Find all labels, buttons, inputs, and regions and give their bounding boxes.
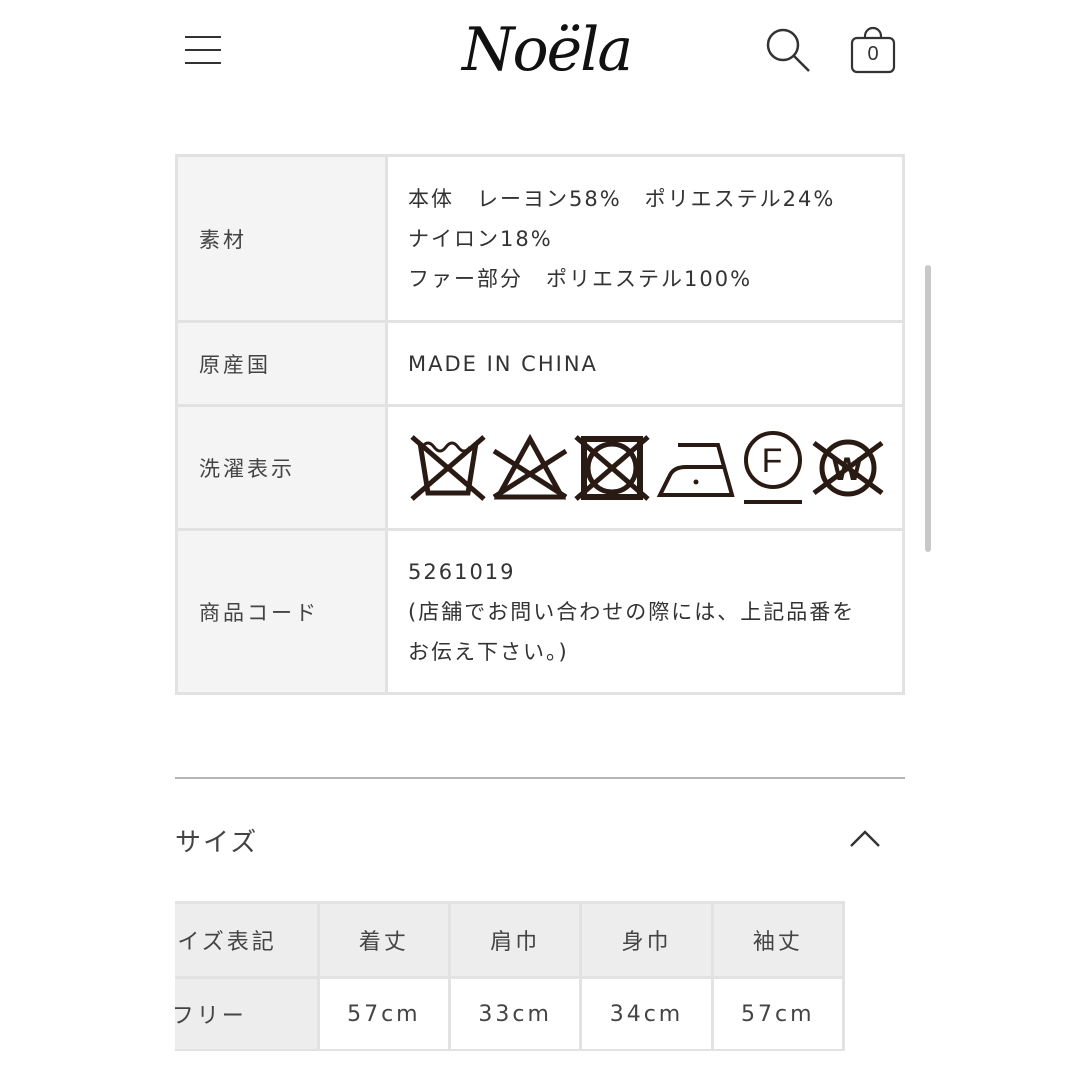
cart-count-badge: 0 <box>867 43 879 65</box>
size-accordion-toggle[interactable]: サイズ <box>175 812 905 868</box>
size-section-title: サイズ <box>175 828 259 858</box>
size-header-cell: 着丈 <box>316 901 452 979</box>
shopping-bag-button[interactable]: 0 <box>848 26 898 76</box>
brand-logo[interactable]: Noëla <box>462 10 633 90</box>
iron-low-temperature-icon <box>656 442 735 497</box>
chevron-up-icon[interactable] <box>848 826 882 850</box>
size-header-cell: 袖丈 <box>710 901 846 979</box>
product-spec-table: 素材 本体 レーヨン58% ポリエステル24% ナイロン18% ファー部分 ポリ… <box>175 154 905 695</box>
scrollbar-thumb[interactable] <box>925 265 931 552</box>
product-code-note: お伝え下さい。) <box>408 639 569 664</box>
spec-value-care: F W <box>385 404 905 531</box>
spec-value-product-code: 5261019 (店舗でお問い合わせの際には、上記品番を お伝え下さい。) <box>385 528 905 695</box>
size-header-cell: 身巾 <box>579 901 714 979</box>
material-line: ファー部分 ポリエステル100% <box>408 266 753 291</box>
size-value-cell: 57cm <box>316 976 452 1051</box>
size-header-cell: 肩巾 <box>448 901 583 979</box>
product-code: 5261019 <box>408 559 516 584</box>
do-not-tumble-dry-icon <box>574 434 650 501</box>
spec-label: 商品コード <box>175 528 388 695</box>
section-divider <box>175 777 905 779</box>
product-code-note: (店舗でお問い合わせの際には、上記品番を <box>408 599 856 624</box>
spec-row-material: 素材 本体 レーヨン58% ポリエステル24% ナイロン18% ファー部分 ポリ… <box>175 154 905 323</box>
spec-row-product-code: 商品コード 5261019 (店舗でお問い合わせの際には、上記品番を お伝え下さ… <box>175 528 905 695</box>
size-header-cell: サイズ表記 <box>175 901 320 979</box>
spec-value-material: 本体 レーヨン58% ポリエステル24% ナイロン18% ファー部分 ポリエステ… <box>385 154 905 323</box>
spec-label: 素材 <box>175 154 388 323</box>
material-line: ナイロン18% <box>408 226 553 251</box>
size-table-header-row: サイズ表記 着丈 肩巾 身巾 袖丈 <box>175 901 846 979</box>
do-not-wet-clean-icon: W <box>812 439 884 496</box>
size-value-cell: 57cm <box>710 976 846 1051</box>
site-header: Noëla 0 <box>0 0 1080 105</box>
size-value-cell: 33cm <box>448 976 583 1051</box>
hamburger-menu-icon[interactable] <box>182 30 224 70</box>
do-not-bleach-icon <box>492 433 568 499</box>
spec-value-origin: MADE IN CHINA <box>385 320 905 407</box>
size-table: サイズ表記 着丈 肩巾 身巾 袖丈 フリー 57cm 33cm 34cm 57c… <box>175 901 846 1051</box>
size-value-cell: 34cm <box>579 976 714 1051</box>
size-table-scroll-container[interactable]: サイズ表記 着丈 肩巾 身巾 袖丈 フリー 57cm 33cm 34cm 57c… <box>175 901 905 1051</box>
svg-text:F: F <box>762 442 785 480</box>
spec-label: 洗濯表示 <box>175 404 388 531</box>
spec-row-care: 洗濯表示 F <box>175 404 905 531</box>
material-line: 本体 レーヨン58% ポリエステル24% <box>408 186 836 211</box>
do-not-wash-icon <box>410 434 486 501</box>
spec-label: 原産国 <box>175 320 388 407</box>
size-table-row: フリー 57cm 33cm 34cm 57cm <box>175 976 846 1051</box>
spec-row-origin: 原産国 MADE IN CHINA <box>175 320 905 407</box>
search-icon[interactable] <box>762 26 814 74</box>
size-label-cell: フリー <box>175 976 320 1051</box>
care-icons-list: F W <box>408 430 901 506</box>
dry-clean-f-mild-icon: F <box>744 430 802 504</box>
